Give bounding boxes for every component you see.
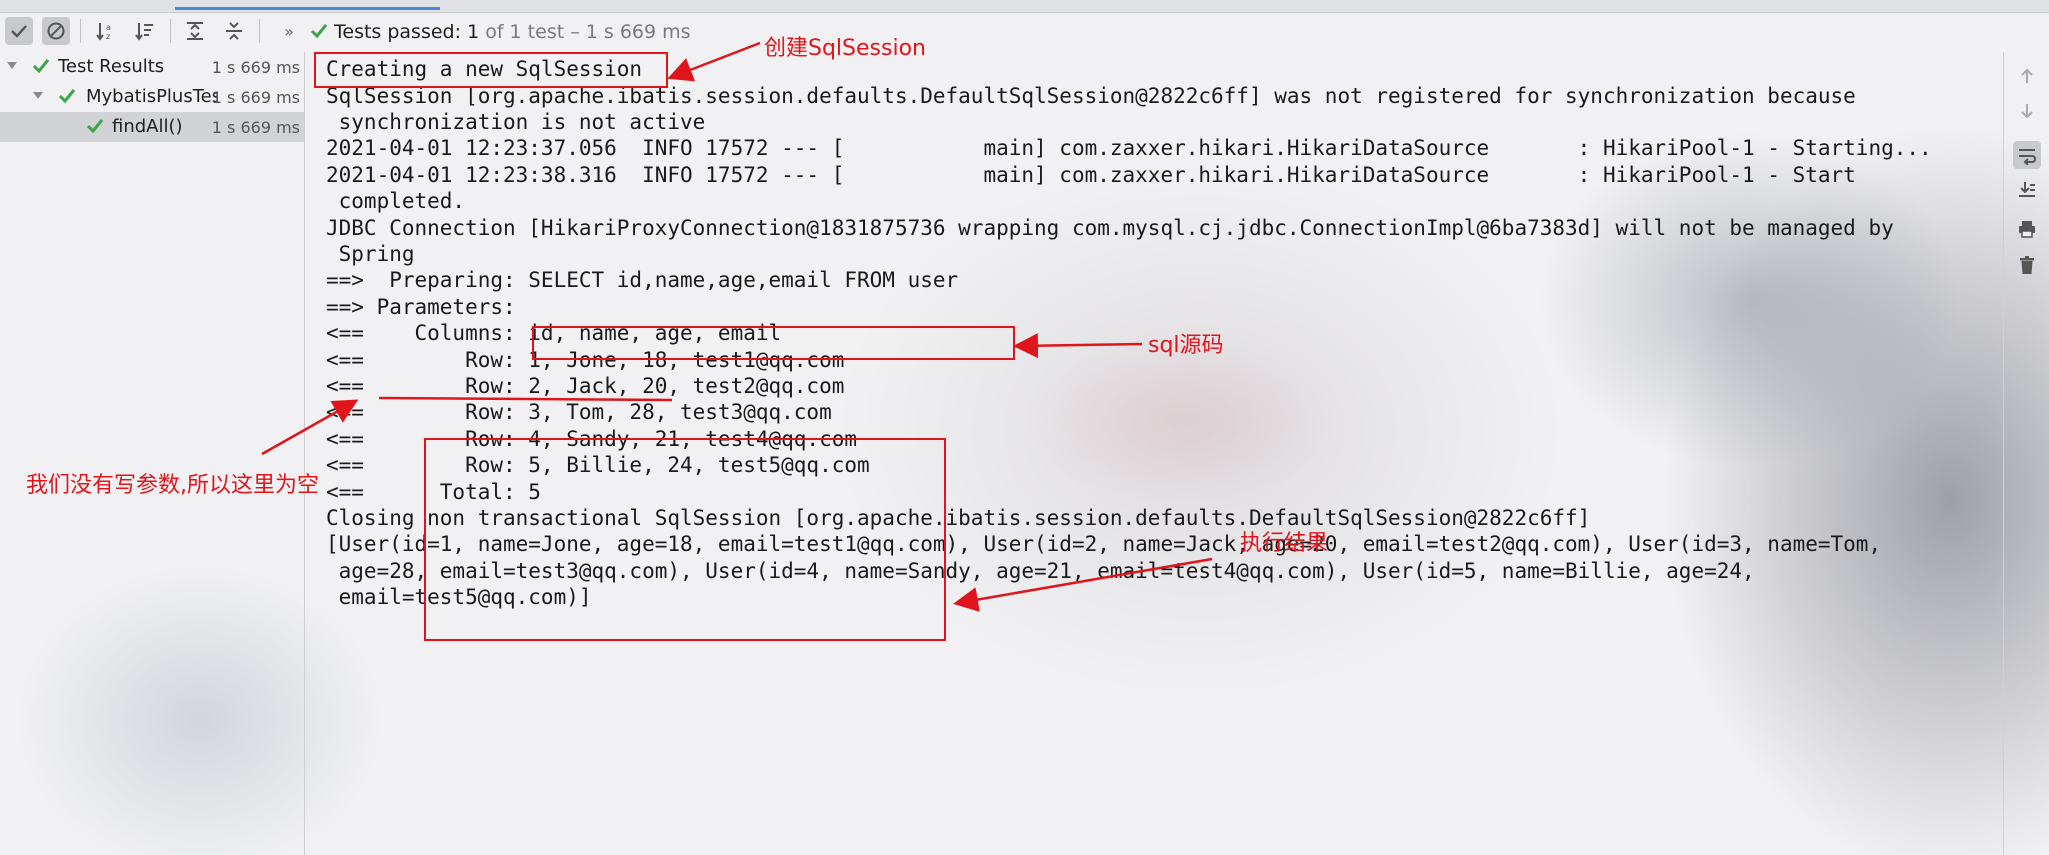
annotation-arrow-create-session (667, 41, 761, 82)
annotation-arrow-result (953, 557, 1213, 612)
annotation-arrow-params (261, 399, 359, 456)
annotation-arrows (261, 41, 1213, 612)
annotation-arrow-sql (1013, 333, 1143, 359)
annotation-underline-params (378, 396, 673, 402)
